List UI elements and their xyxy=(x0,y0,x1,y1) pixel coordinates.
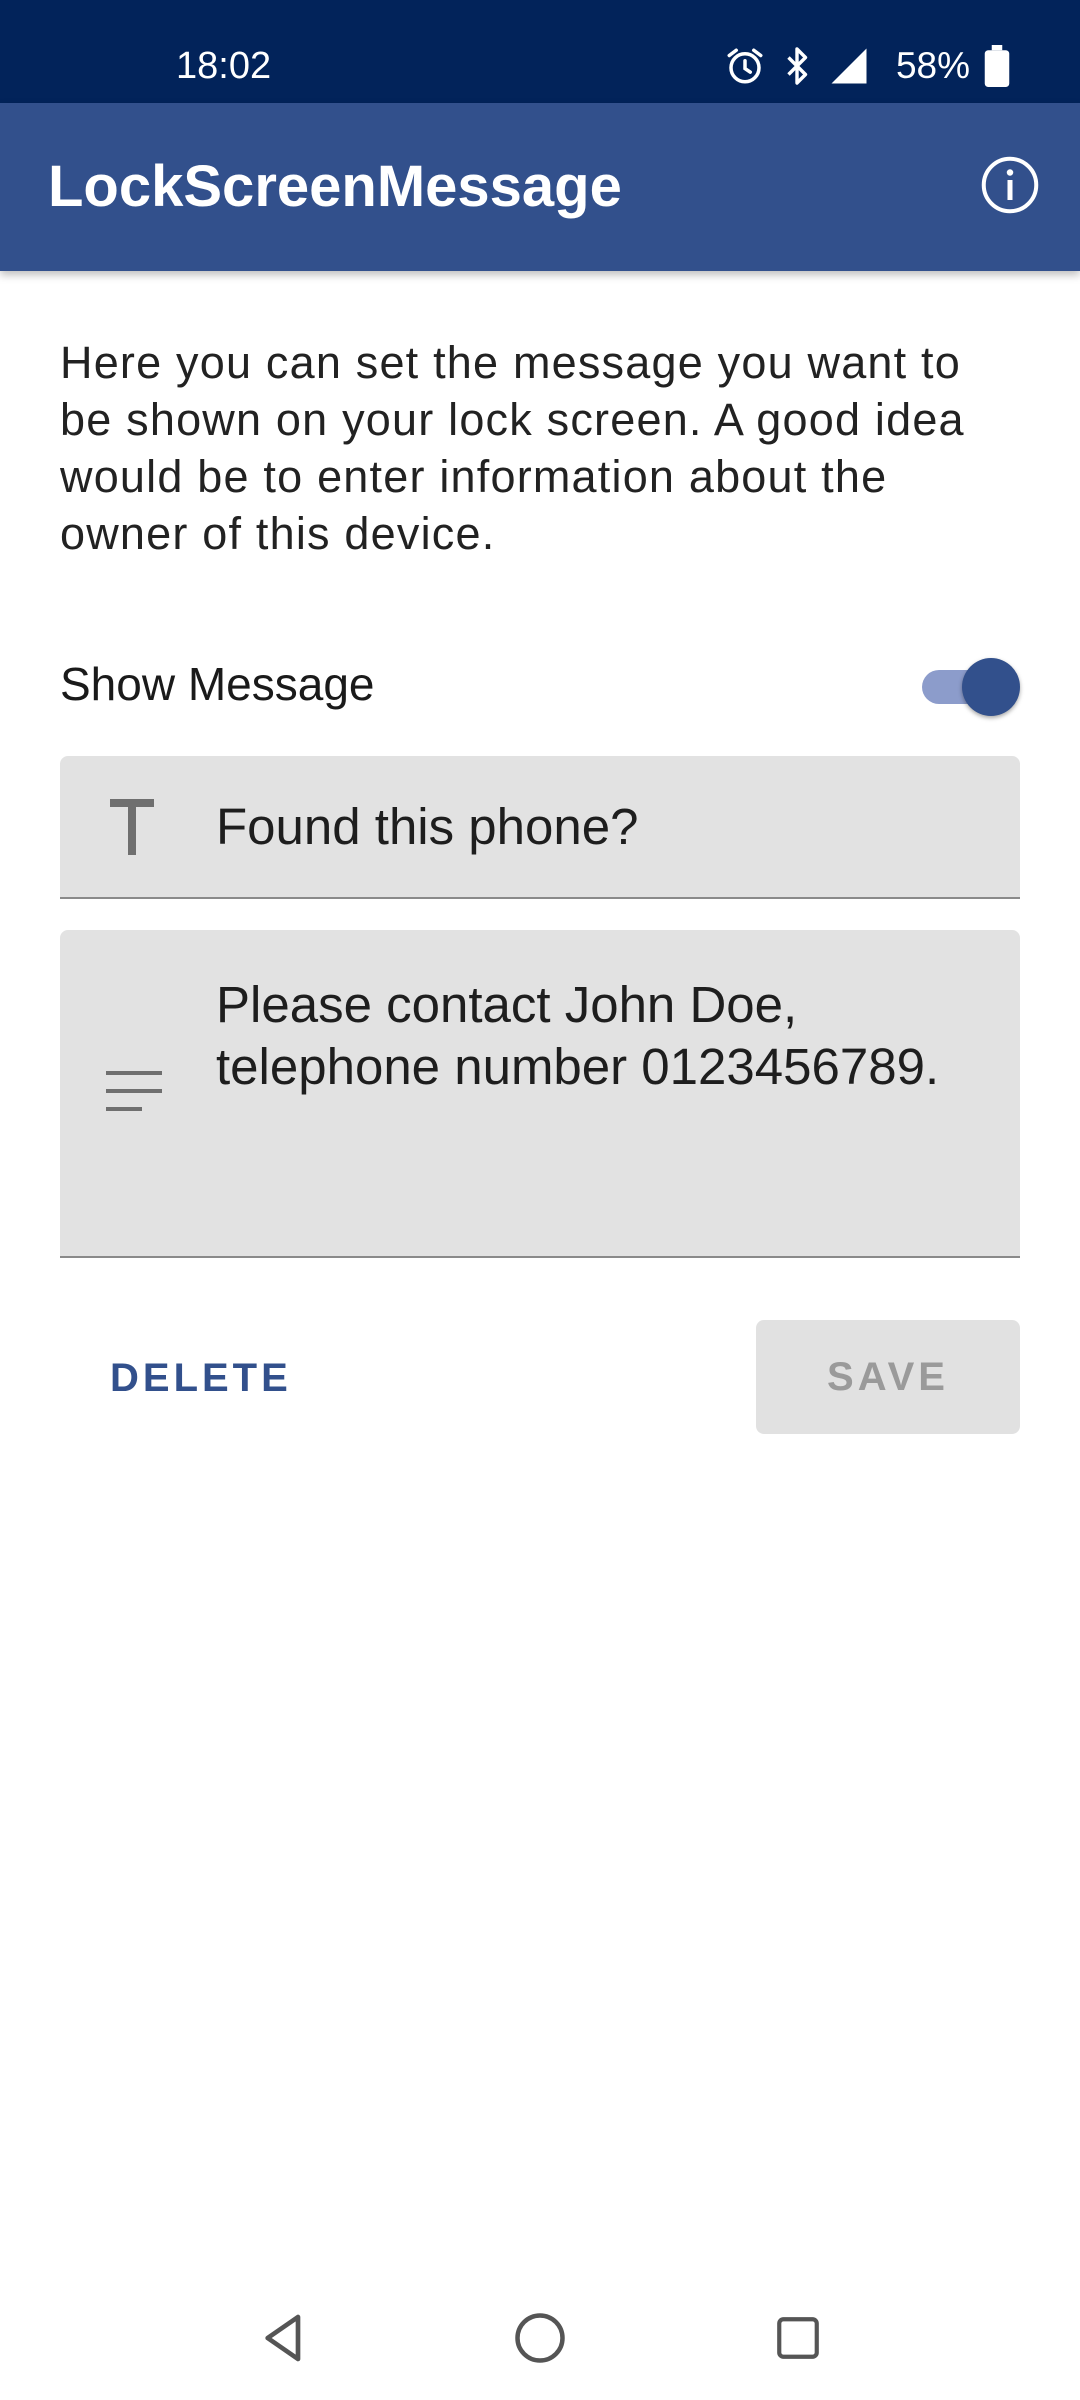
home-icon xyxy=(513,2311,567,2370)
delete-button[interactable]: DELETE xyxy=(84,1320,318,1436)
save-button[interactable]: SAVE xyxy=(756,1320,1020,1434)
home-button[interactable] xyxy=(500,2300,580,2380)
battery-icon xyxy=(984,45,1010,87)
show-message-row: Show Message xyxy=(60,650,1020,718)
app-bar: LockScreenMessage xyxy=(0,103,1080,271)
status-bar: 18:02 58% xyxy=(0,0,1080,103)
app-title: LockScreenMessage xyxy=(48,154,622,219)
message-field[interactable]: Please contact John Doe, telephone numbe… xyxy=(60,930,1020,1258)
info-button[interactable] xyxy=(978,155,1042,219)
show-message-switch[interactable] xyxy=(916,656,1020,716)
navigation-bar xyxy=(0,2280,1080,2400)
title-field-value[interactable]: Found this phone? xyxy=(216,796,980,858)
signal-icon xyxy=(828,45,870,87)
bluetooth-icon xyxy=(780,45,814,87)
text-title-icon xyxy=(104,796,160,858)
alarm-icon xyxy=(724,45,766,87)
status-icons: 58% xyxy=(724,44,1010,88)
show-message-label: Show Message xyxy=(60,658,375,710)
status-time: 18:02 xyxy=(176,45,272,87)
recents-button[interactable] xyxy=(758,2300,838,2380)
battery-percent: 58% xyxy=(895,45,970,86)
info-icon xyxy=(980,155,1040,220)
description-text: Here you can set the message you want to… xyxy=(60,337,965,559)
title-field[interactable]: Found this phone? xyxy=(60,756,1020,899)
switch-thumb xyxy=(962,658,1020,716)
notes-icon xyxy=(104,1066,164,1116)
message-field-value[interactable]: Please contact John Doe, telephone numbe… xyxy=(216,974,980,1098)
back-icon xyxy=(256,2310,312,2371)
back-button[interactable] xyxy=(244,2300,324,2380)
recents-icon xyxy=(773,2313,823,2368)
